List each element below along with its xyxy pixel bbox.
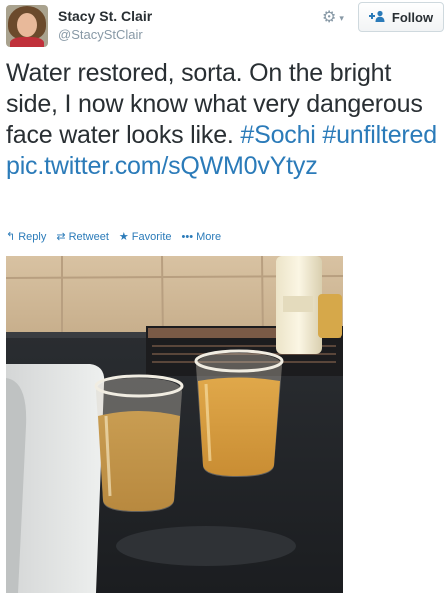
favorite-label: Favorite bbox=[131, 231, 172, 243]
more-label: More bbox=[196, 231, 222, 243]
more-dots-icon: ••• bbox=[181, 230, 194, 243]
reply-label: Reply bbox=[18, 231, 47, 243]
bottle-label bbox=[283, 296, 313, 312]
more-button[interactable]: ••• More bbox=[182, 231, 222, 243]
retweet-icon: ⇄ bbox=[56, 230, 66, 243]
chevron-down-icon: ▾ bbox=[339, 12, 344, 23]
retweet-button[interactable]: ⇄ Retweet bbox=[56, 231, 109, 243]
favorite-button[interactable]: ★ Favorite bbox=[119, 231, 172, 243]
avatar[interactable] bbox=[6, 5, 48, 47]
add-user-icon-svg bbox=[368, 10, 385, 22]
user-name[interactable]: Stacy St. Clair bbox=[58, 8, 152, 24]
water-right bbox=[198, 377, 280, 476]
reply-icon: ↰ bbox=[6, 230, 16, 243]
hashtag-sochi[interactable]: #Sochi bbox=[240, 121, 315, 149]
follow-button[interactable]: Follow bbox=[358, 2, 444, 32]
avatar-face bbox=[17, 13, 37, 37]
gear-icon: ⚙ bbox=[322, 9, 337, 26]
avatar-shirt bbox=[10, 37, 44, 47]
tweet-actions: ↰ Reply ⇄ Retweet ★ Favorite ••• More bbox=[6, 231, 231, 243]
water-left bbox=[98, 411, 180, 511]
bottle-cap bbox=[318, 294, 342, 338]
tweet-text: Water restored, sorta. On the bright sid… bbox=[6, 58, 444, 182]
tweet-card: Stacy St. Clair @StacyStClair ⚙ ▾ Follow… bbox=[0, 0, 448, 596]
reply-button[interactable]: ↰ Reply bbox=[6, 231, 46, 243]
counter-reflection bbox=[116, 526, 296, 566]
follow-label: Follow bbox=[391, 9, 434, 25]
retweet-label: Retweet bbox=[68, 231, 109, 243]
star-icon: ★ bbox=[118, 230, 129, 243]
add-user-icon bbox=[368, 10, 385, 25]
user-handle[interactable]: @StacyStClair bbox=[58, 27, 143, 42]
settings-menu-button[interactable]: ⚙ ▾ bbox=[322, 8, 352, 28]
tweet-photo[interactable] bbox=[6, 256, 343, 593]
photo-link[interactable]: pic.twitter.com/sQWM0vYtyz bbox=[6, 152, 318, 180]
hashtag-unfiltered[interactable]: #unfiltered bbox=[322, 121, 437, 149]
